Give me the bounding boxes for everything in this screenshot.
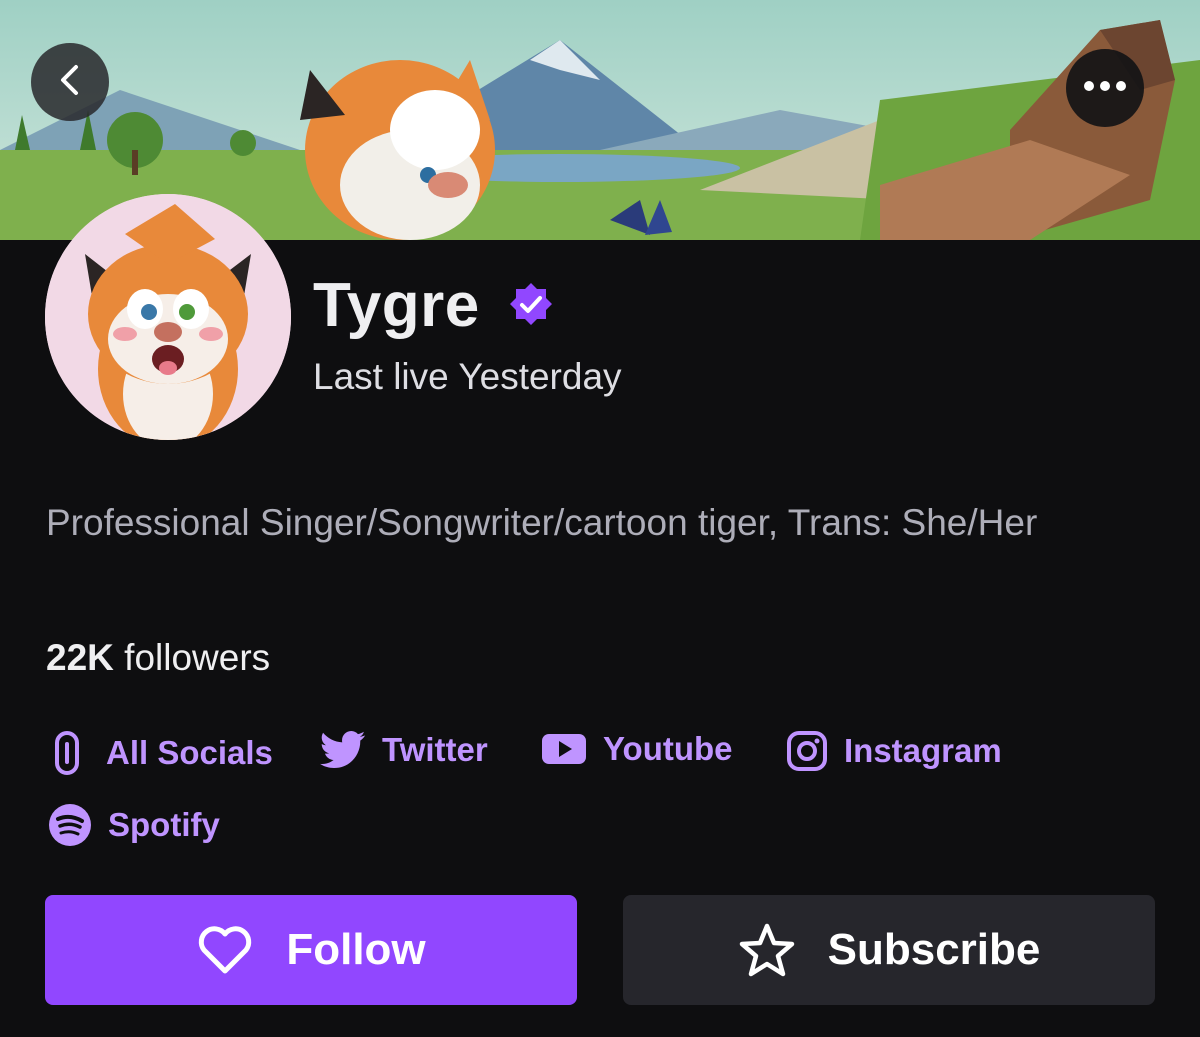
link-icon [50, 730, 84, 776]
social-label: Spotify [108, 806, 220, 843]
social-link-instagram[interactable]: Instagram [786, 730, 1002, 772]
followers-label: followers [124, 637, 271, 678]
back-button[interactable] [31, 43, 109, 121]
social-label: Youtube [603, 730, 733, 767]
youtube-icon [541, 732, 587, 766]
channel-bio: Professional Singer/Songwriter/cartoon t… [46, 502, 1038, 543]
social-link-twitter[interactable]: Twitter [320, 730, 488, 770]
channel-name: Tygre [313, 271, 480, 340]
instagram-icon [786, 730, 828, 772]
social-label: Twitter [382, 731, 488, 768]
social-link-all-socials[interactable]: All Socials [50, 730, 273, 776]
social-link-youtube[interactable]: Youtube [541, 730, 733, 768]
star-icon [738, 922, 796, 978]
chevron-left-icon [52, 62, 88, 103]
follow-button[interactable]: Follow [45, 895, 577, 1005]
subscribe-label: Subscribe [827, 925, 1041, 974]
social-label: Instagram [844, 732, 1002, 769]
subscribe-button[interactable]: Subscribe [623, 895, 1155, 1005]
channel-avatar[interactable] [45, 194, 291, 440]
followers-count: 22K followers [46, 637, 270, 679]
spotify-icon [48, 803, 92, 847]
more-dots-icon [1083, 79, 1127, 97]
last-live-status: Last live Yesterday [313, 356, 622, 397]
social-label: All Socials [106, 734, 273, 771]
verified-badge-icon [508, 281, 554, 327]
more-options-button[interactable] [1066, 49, 1144, 127]
twitter-icon [320, 730, 366, 770]
heart-icon [196, 924, 254, 976]
follow-label: Follow [286, 925, 426, 974]
followers-number: 22K [46, 637, 114, 678]
social-link-spotify[interactable]: Spotify [48, 803, 220, 847]
